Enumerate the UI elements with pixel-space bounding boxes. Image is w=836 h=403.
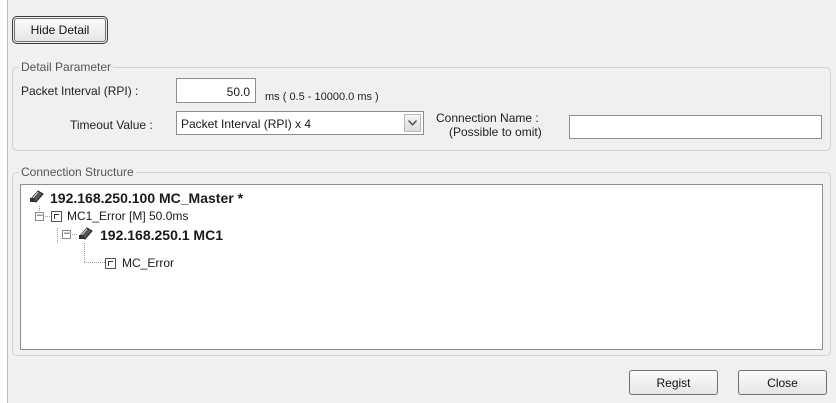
detail-parameter-group: Detail Parameter Packet Interval (RPI) :…: [12, 60, 831, 151]
regist-label: Regist: [656, 375, 691, 390]
tree-node-mc1-error-connection[interactable]: − MC1_Error [M] 50.0ms: [35, 209, 188, 223]
network-device-icon: [78, 226, 94, 243]
timeout-label: Timeout Value :: [70, 118, 153, 132]
connection-name-input[interactable]: [569, 115, 822, 139]
tree-node-master[interactable]: 192.168.250.100 MC_Master *: [29, 189, 243, 206]
connection-name-label-line2: (Possible to omit): [449, 125, 542, 139]
tree-node-label: 192.168.250.1 MC1: [100, 226, 223, 243]
connection-structure-group: Connection Structure 192.168.250.100 MC_…: [12, 165, 831, 356]
network-device-icon: [29, 189, 45, 206]
hide-detail-label: Hide Detail: [30, 23, 90, 37]
tree-node-label: MC1_Error [M] 50.0ms: [67, 209, 189, 223]
dropdown-arrow-icon[interactable]: [404, 114, 421, 132]
close-label: Close: [767, 375, 798, 390]
tree-node-mc-error[interactable]: MC_Error: [105, 256, 174, 270]
tree-node-label: MC_Error: [122, 256, 175, 270]
rpi-label: Packet Interval (RPI) :: [21, 84, 139, 98]
tree-line: [57, 228, 58, 243]
tree-line: [84, 243, 85, 262]
timeout-value: Packet Interval (RPI) x 4: [181, 117, 312, 131]
tree-line: [45, 215, 50, 217]
hide-detail-button[interactable]: Hide Detail: [12, 16, 108, 44]
tree-line: [72, 234, 77, 235]
module-icon: [51, 210, 62, 222]
tree-node-label: 192.168.250.100 MC_Master *: [50, 189, 244, 206]
tree-line: [84, 262, 105, 263]
regist-button[interactable]: Regist: [629, 370, 718, 395]
rpi-range-text: ms ( 0.5 - 10000.0 ms ): [265, 91, 379, 103]
detail-parameter-legend: Detail Parameter: [19, 60, 114, 74]
rpi-input[interactable]: 50.0: [176, 78, 256, 103]
timeout-select[interactable]: Packet Interval (RPI) x 4: [176, 111, 424, 135]
dialog-window: Hide Detail Detail Parameter Packet Inte…: [7, 0, 836, 403]
collapse-icon[interactable]: −: [35, 211, 44, 221]
collapse-icon[interactable]: −: [62, 230, 71, 239]
module-icon: [105, 257, 116, 269]
connection-structure-legend: Connection Structure: [19, 165, 136, 179]
close-button[interactable]: Close: [738, 370, 827, 395]
rpi-value: 50.0: [226, 85, 250, 99]
connection-tree[interactable]: 192.168.250.100 MC_Master * − MC1_Error …: [20, 184, 823, 350]
tree-node-mc1[interactable]: − 192.168.250.1 MC1: [62, 226, 223, 243]
connection-name-label-line1: Connection Name :: [436, 111, 539, 125]
